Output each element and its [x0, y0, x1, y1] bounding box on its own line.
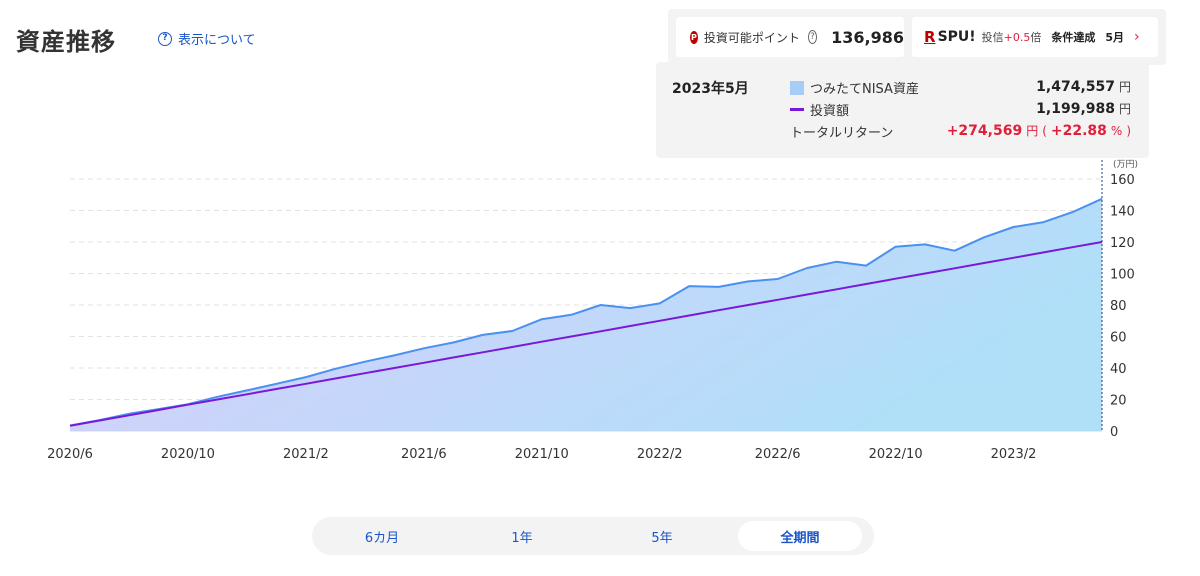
x-tick-label: 2022/6: [755, 447, 801, 462]
y-unit-label: (万円): [1113, 159, 1138, 170]
x-tick-label: 2021/2: [283, 447, 329, 462]
tab-5-years[interactable]: 5年: [600, 521, 724, 551]
asset-chart[interactable]: 0 20 40 60 80 100 120 140 160 (万円) 2020/6 2020/10 20…: [0, 0, 1200, 510]
x-tick-label: 2020/10: [161, 447, 215, 462]
y-tick-label: 140: [1110, 205, 1135, 220]
y-tick-label: 100: [1110, 268, 1135, 283]
y-tick-label: 40: [1110, 362, 1127, 377]
x-tick-label: 2021/10: [515, 447, 569, 462]
y-tick-label: 0: [1110, 425, 1118, 440]
y-tick-label: 60: [1110, 331, 1127, 346]
y-tick-label: 120: [1110, 236, 1135, 251]
tab-6-months[interactable]: 6カ月: [320, 521, 444, 551]
x-tick-label: 2022/2: [637, 447, 683, 462]
x-tick-label: 2021/6: [401, 447, 447, 462]
x-tick-label: 2023/2: [991, 447, 1037, 462]
tab-1-year[interactable]: 1年: [460, 521, 584, 551]
y-tick-label: 80: [1110, 299, 1127, 314]
tab-all-period[interactable]: 全期間: [738, 521, 862, 551]
period-selector: 6カ月 1年 5年 全期間: [312, 517, 874, 555]
y-tick-label: 20: [1110, 394, 1127, 409]
y-tick-label: 160: [1110, 173, 1135, 188]
x-tick-label: 2022/10: [869, 447, 923, 462]
x-tick-label: 2020/6: [47, 447, 93, 462]
